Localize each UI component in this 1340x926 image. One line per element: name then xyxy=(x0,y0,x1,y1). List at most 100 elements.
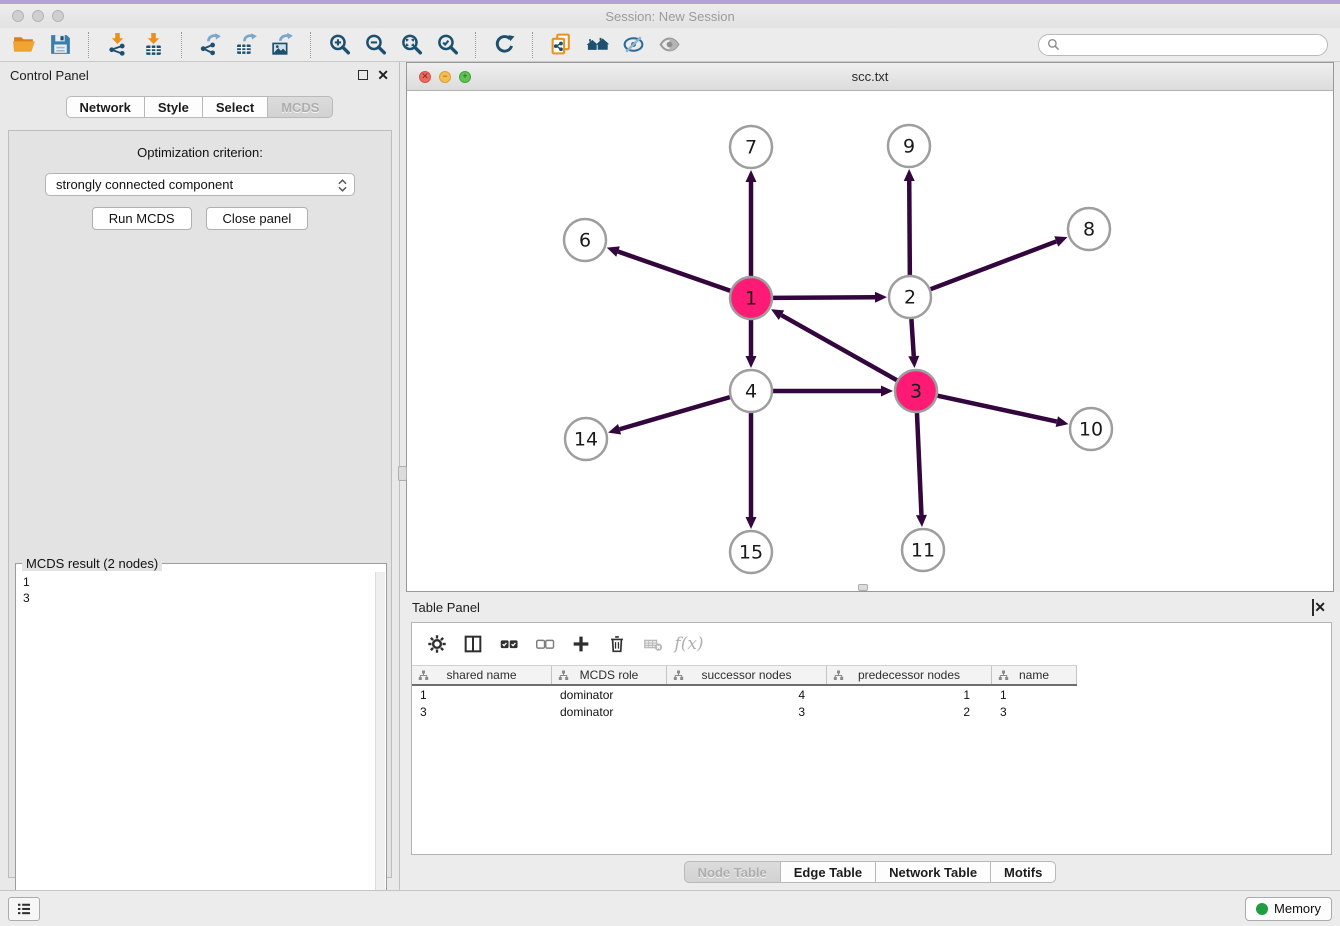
tab-select[interactable]: Select xyxy=(203,96,268,118)
graph-edge-1-6[interactable] xyxy=(607,246,731,290)
close-table-panel-icon[interactable]: ✕ xyxy=(1314,599,1326,615)
run-mcds-button[interactable]: Run MCDS xyxy=(92,207,192,230)
export-image-button[interactable] xyxy=(264,30,300,60)
result-scrollbar[interactable] xyxy=(375,572,385,926)
graph-edge-1-4[interactable] xyxy=(746,320,757,368)
graph-node-1[interactable]: 1 xyxy=(730,277,772,319)
tab-style[interactable]: Style xyxy=(145,96,203,118)
network-canvas[interactable]: 7 9 6 8 1 2 4 3 14 10 15 11 xyxy=(407,91,1333,591)
refresh-button[interactable] xyxy=(486,30,522,60)
fx-icon: f(x) xyxy=(674,634,703,654)
close-panel-button[interactable]: Close panel xyxy=(206,207,309,230)
network-window-titlebar[interactable]: ✕ − + scc.txt xyxy=(407,63,1333,91)
graph-node-10[interactable]: 10 xyxy=(1070,408,1112,450)
network-graph: 7 9 6 8 1 2 4 3 14 10 15 11 xyxy=(407,91,1333,591)
cell-predecessor-nodes[interactable]: 1 xyxy=(827,686,992,703)
show-hide-button[interactable] xyxy=(651,30,687,60)
tab-network-table[interactable]: Network Table xyxy=(876,861,991,883)
table-row[interactable]: 1dominator411 xyxy=(412,686,1077,703)
cell-name[interactable]: 3 xyxy=(992,703,1077,720)
column-header-predecessor-nodes[interactable]: predecessor nodes xyxy=(827,666,992,684)
close-panel-icon[interactable]: ✕ xyxy=(377,68,389,82)
zoom-in-button[interactable] xyxy=(321,30,357,60)
cell-shared-name[interactable]: 3 xyxy=(412,703,552,720)
delete-column-button[interactable] xyxy=(602,629,632,659)
graph-node-3[interactable]: 3 xyxy=(895,370,937,412)
graph-node-4[interactable]: 4 xyxy=(730,370,772,412)
graph-edge-1-2[interactable] xyxy=(773,292,887,303)
graph-node-15[interactable]: 15 xyxy=(730,531,772,573)
vertical-splitter-grip[interactable] xyxy=(398,466,407,481)
zoom-out-icon xyxy=(363,32,388,57)
graph-node-11[interactable]: 11 xyxy=(902,529,944,571)
deselect-all-columns-button[interactable] xyxy=(530,629,560,659)
cell-MCDS-role[interactable]: dominator xyxy=(552,686,667,703)
cell-name[interactable]: 1 xyxy=(992,686,1077,703)
graph-edge-2-3[interactable] xyxy=(908,319,919,368)
graph-edge-3-11[interactable] xyxy=(916,413,927,527)
export-network-button[interactable] xyxy=(192,30,228,60)
export-table-button[interactable] xyxy=(228,30,264,60)
cell-successor-nodes[interactable]: 3 xyxy=(667,703,827,720)
tab-motifs[interactable]: Motifs xyxy=(991,861,1056,883)
show-columns-button[interactable] xyxy=(458,629,488,659)
home-button[interactable] xyxy=(579,30,615,60)
save-session-button[interactable] xyxy=(42,30,78,60)
graph-edge-1-7[interactable] xyxy=(746,170,757,276)
task-history-button[interactable] xyxy=(8,897,40,921)
eye-icon xyxy=(657,32,682,57)
style-visibility-button[interactable] xyxy=(615,30,651,60)
toolbar-separator xyxy=(310,32,311,58)
column-header-MCDS-role[interactable]: MCDS role xyxy=(552,666,667,684)
graph-edge-4-3[interactable] xyxy=(773,386,893,397)
import-network-button[interactable] xyxy=(99,30,135,60)
zoom-selected-button[interactable] xyxy=(429,30,465,60)
float-panel-icon[interactable] xyxy=(358,70,368,80)
graph-edge-3-1[interactable] xyxy=(771,309,897,380)
open-session-button[interactable] xyxy=(6,30,42,60)
tab-mcds[interactable]: MCDS xyxy=(268,96,333,118)
criterion-select[interactable]: strongly connected component xyxy=(45,173,355,196)
import-network-icon xyxy=(105,32,130,57)
control-panel-tabs: NetworkStyleSelectMCDS xyxy=(0,96,399,118)
tab-edge-table[interactable]: Edge Table xyxy=(781,861,876,883)
search-input[interactable] xyxy=(1065,37,1319,53)
graph-node-14[interactable]: 14 xyxy=(565,418,607,460)
svg-text:2: 2 xyxy=(904,287,916,309)
column-header-shared-name[interactable]: shared name xyxy=(412,666,552,684)
graph-node-8[interactable]: 8 xyxy=(1068,208,1110,250)
mcds-result-group: MCDS result (2 nodes) 13 xyxy=(15,563,387,926)
graph-node-7[interactable]: 7 xyxy=(730,126,772,168)
graph-edge-4-15[interactable] xyxy=(746,413,757,529)
graph-edge-4-14[interactable] xyxy=(608,397,730,434)
zoom-fit-button[interactable] xyxy=(393,30,429,60)
graph-node-2[interactable]: 2 xyxy=(889,276,931,318)
import-table-button[interactable] xyxy=(135,30,171,60)
tab-network[interactable]: Network xyxy=(66,96,145,118)
cell-shared-name[interactable]: 1 xyxy=(412,686,552,703)
graph-edge-2-9[interactable] xyxy=(904,169,915,275)
tab-node-table[interactable]: Node Table xyxy=(684,861,781,883)
memory-button[interactable]: Memory xyxy=(1245,897,1332,921)
svg-text:8: 8 xyxy=(1083,219,1095,241)
select-all-columns-button[interactable] xyxy=(494,629,524,659)
cell-successor-nodes[interactable]: 4 xyxy=(667,686,827,703)
zoom-out-button[interactable] xyxy=(357,30,393,60)
network-window-title: scc.txt xyxy=(407,69,1333,84)
table-settings-button[interactable] xyxy=(422,629,452,659)
table-row[interactable]: 3dominator323 xyxy=(412,703,1077,720)
graph-node-6[interactable]: 6 xyxy=(564,219,606,261)
delete-table-button xyxy=(638,629,668,659)
svg-text:7: 7 xyxy=(745,137,757,159)
svg-text:10: 10 xyxy=(1079,419,1103,441)
graph-edge-3-10[interactable] xyxy=(937,396,1068,427)
duplicate-network-button[interactable] xyxy=(543,30,579,60)
column-header-name[interactable]: name xyxy=(992,666,1077,684)
graph-node-9[interactable]: 9 xyxy=(888,125,930,167)
cell-predecessor-nodes[interactable]: 2 xyxy=(827,703,992,720)
create-column-button[interactable] xyxy=(566,629,596,659)
graph-edge-2-8[interactable] xyxy=(931,236,1068,289)
horizontal-splitter-grip[interactable] xyxy=(858,584,868,591)
column-header-successor-nodes[interactable]: successor nodes xyxy=(667,666,827,684)
cell-MCDS-role[interactable]: dominator xyxy=(552,703,667,720)
